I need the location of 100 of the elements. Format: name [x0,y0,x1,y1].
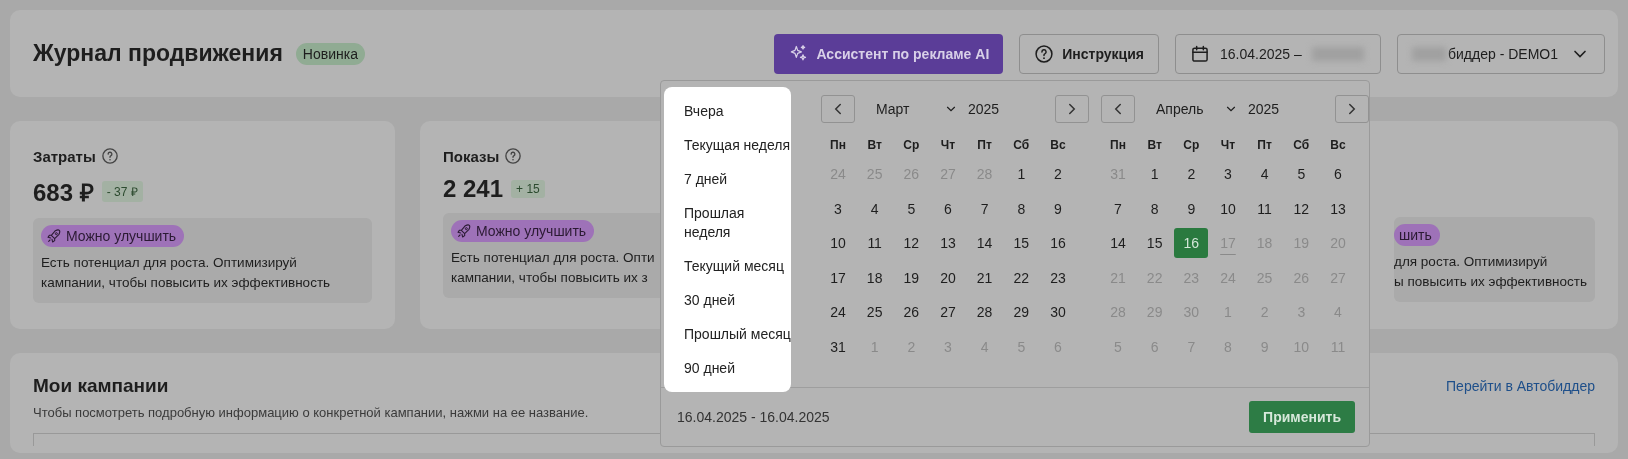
calendar-day[interactable]: 5 [1284,159,1319,189]
calendar-day[interactable]: 1 [1004,159,1039,189]
stat-delta: + 15 [511,180,545,198]
calendar-day[interactable]: 4 [1247,159,1282,189]
calendar-day[interactable]: 16 [1174,228,1209,258]
calendar-day[interactable]: 14 [1101,228,1135,258]
calendar-day[interactable]: 6 [930,193,965,224]
month-select[interactable]: Апрель [1156,101,1238,117]
weekday-label: Сб [1012,137,1031,154]
preset-option[interactable]: Текущий месяц [684,257,791,276]
weekday-label: Вс [1329,137,1347,154]
calendar-day[interactable]: 11 [857,228,892,258]
hint-text: для роста. Оптимизируй ы повысить их эффективность [1394,253,1587,291]
calendar-day[interactable]: 5 [894,193,929,224]
calendar-day[interactable]: 9 [1174,193,1209,224]
weekday-label: Пн [829,137,847,154]
next-month-button[interactable] [1335,95,1369,123]
calendar-day[interactable]: 3 [821,193,855,224]
calendar-day[interactable]: 25 [857,297,892,327]
month-select[interactable]: Март [876,101,958,117]
weekday-label: Сб [1292,137,1311,154]
preset-option[interactable]: Прошлый месяц [684,325,791,344]
date-range-field[interactable]: 16.04.2025 – [1175,33,1381,74]
calendar-day[interactable]: 18 [857,262,892,293]
calendar-day[interactable]: 26 [894,297,929,327]
rocket-icon [46,228,62,244]
calendar-day[interactable]: 24 [821,297,855,327]
weekday-label: Чт [939,137,957,154]
calendar-icon [1190,43,1210,64]
weekday-label: Вт [866,137,883,154]
calendar-day[interactable]: 30 [1040,297,1075,327]
stat-title: Показы [443,147,500,165]
weekday-label: Вт [1146,137,1163,154]
autobidder-link[interactable]: Перейти в Автобиддер [1446,378,1595,394]
page-title: Журнал продвижения [33,40,283,67]
help-icon [504,147,523,165]
preset-option[interactable]: Вчера [684,102,791,121]
section-description: Чтобы посмотреть подробную информацию о конкретной кампании, нажми на ее название. [33,405,589,420]
weekday-label: Пт [1256,137,1273,154]
year-select[interactable]: 2025 [1248,101,1280,117]
calendar-day[interactable]: 15 [1004,228,1039,258]
new-badge: Новинка [295,42,365,65]
preset-option[interactable]: Прошлая неделя [684,204,791,242]
weekday-label: Пт [976,137,993,154]
calendar-day[interactable]: 1 [1137,159,1172,189]
calendar-day[interactable]: 19 [894,262,929,293]
calendar-day[interactable]: 3 [1210,159,1245,189]
calendar-day[interactable]: 14 [967,228,1002,258]
ai-assistant-button[interactable]: Ассистент по рекламе AI [774,33,1004,74]
previous-month-button[interactable] [821,95,855,123]
weekday-label: Вс [1049,137,1067,154]
instruction-button[interactable]: Инструкция [1019,33,1159,74]
weekday-label: Ср [1182,137,1201,154]
preset-option[interactable]: 7 дней [684,170,791,189]
year-select[interactable]: 2025 [968,101,1000,117]
calendar-day[interactable]: 16 [1040,228,1075,258]
calendar-day[interactable]: 27 [930,297,965,327]
preset-option[interactable]: 30 дней [684,291,791,310]
stat-value: 2 241 [443,175,504,203]
help-icon [100,147,119,165]
hint-text: Есть потенциал для роста. Опти кампании, чтобы повысить их з [451,249,655,287]
preset-option[interactable]: Текущая неделя [684,136,791,155]
account-select[interactable]: биддер - DEMO1 [1397,33,1605,74]
calendar-day[interactable]: 10 [1210,193,1245,224]
weekday-label: Ср [902,137,921,154]
rocket-icon [456,223,472,239]
stat-value: 683 ₽ [33,178,94,208]
calendar-day[interactable]: 13 [930,228,965,258]
stat-delta: - 37 ₽ [101,181,143,202]
calendar-day[interactable]: 22 [1004,262,1039,293]
calendar-day[interactable]: 15 [1137,228,1172,258]
next-month-button[interactable] [1055,95,1089,123]
calendar-day[interactable]: 21 [967,262,1002,293]
calendar-day[interactable]: 8 [1004,193,1039,224]
apply-button[interactable]: Применить [1249,401,1355,433]
calendar-day[interactable]: 9 [1040,193,1075,224]
calendar-day[interactable]: 7 [967,193,1002,224]
calendar-day[interactable]: 28 [967,297,1002,327]
improve-badge: Можно улучшить [41,225,185,247]
calendar-day[interactable]: 31 [821,331,855,362]
calendar-day[interactable]: 11 [1247,193,1282,224]
calendar-day[interactable]: 12 [894,228,929,258]
calendar-day[interactable]: 8 [1137,193,1172,224]
previous-month-button[interactable] [1101,95,1135,123]
weekday-label: Пн [1109,137,1127,154]
calendar-day[interactable]: 29 [1004,297,1039,327]
calendar-day[interactable]: 4 [857,193,892,224]
calendar-day[interactable]: 10 [821,228,855,258]
calendar-day[interactable]: 12 [1284,193,1319,224]
weekday-label: Чт [1219,137,1237,154]
calendar-day[interactable]: 2 [1174,159,1209,189]
calendar-day[interactable]: 13 [1320,193,1355,224]
calendar-day[interactable]: 17 [821,262,855,293]
calendar-day[interactable]: 2 [1040,159,1075,189]
improve-badge: шить [1394,224,1440,246]
calendar-day[interactable]: 6 [1320,159,1355,189]
preset-option[interactable]: 90 дней [684,359,791,378]
calendar-day[interactable]: 20 [930,262,965,293]
calendar-day[interactable]: 7 [1101,193,1135,224]
calendar-day[interactable]: 23 [1040,262,1075,293]
